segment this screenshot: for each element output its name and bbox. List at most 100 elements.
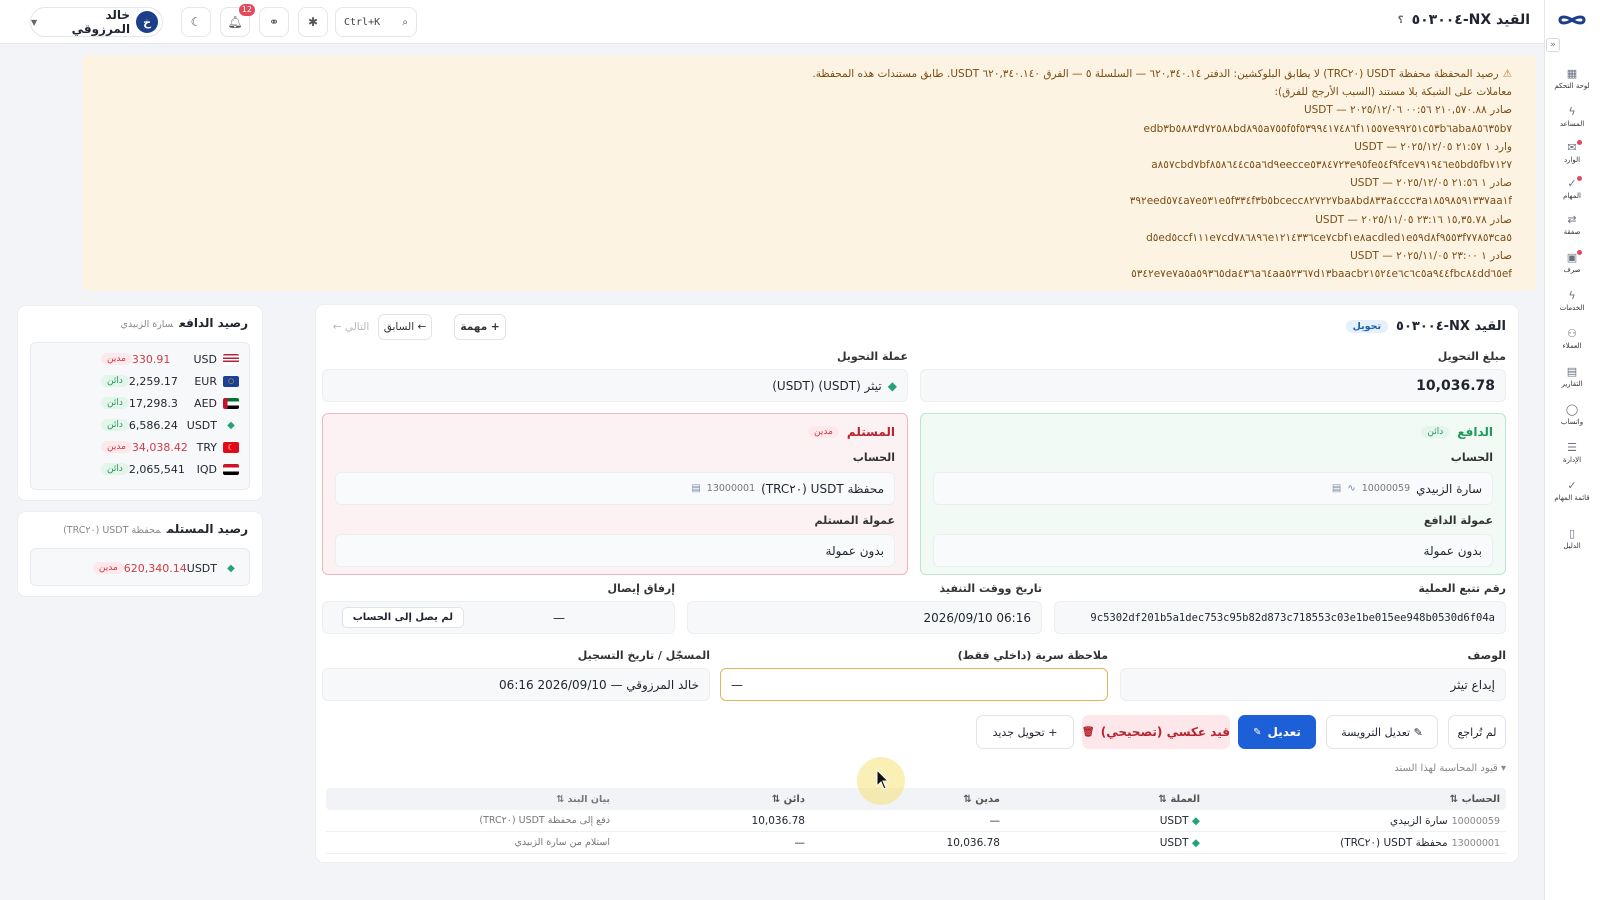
- edit-button[interactable]: تعديل ✎: [1238, 715, 1316, 749]
- exec-datetime-field[interactable]: 2026/09/10 06:16: [687, 601, 1042, 634]
- receipt-label: إرفاق إيصال: [607, 582, 675, 595]
- user-menu[interactable]: خ خالد المرزوقي ▼: [30, 7, 163, 37]
- sidebar-item[interactable]: ▤ التقارير: [1548, 360, 1596, 394]
- collapse-sidebar-icon[interactable]: «: [1546, 38, 1560, 52]
- warning-text: a٨٥٧cbd٧bf٨٥٨٦٤٤c٥a٦d٩eecce٥٣٨٤٧٢٣e٩٥fe٥…: [1151, 159, 1512, 172]
- bug-icon: ✱: [307, 15, 319, 29]
- not-reviewed-button[interactable]: لم تُراجع: [1448, 715, 1506, 749]
- ledger-cell-account: 10000059سارة الزبيدي: [1206, 815, 1506, 827]
- new-transfer-button[interactable]: + تحويل جديد: [976, 715, 1074, 749]
- sidebar-item[interactable]: ✉ الوارد: [1548, 136, 1596, 170]
- warning-text: ٥٣٤٢e٧e٧a٥a٥٩٣٦٥da٤٣٦a٦٤aa٥٢٣٦٧d١٣baacb٢…: [1131, 268, 1512, 281]
- sidebar-item[interactable]: ▯ الدليل: [1548, 522, 1596, 556]
- payer-status-badge: دائن: [1421, 426, 1450, 438]
- search-button[interactable]: Ctrl+K ⌕: [335, 7, 417, 37]
- sidebar-item[interactable]: ▦ لوحة التحكم: [1548, 62, 1596, 96]
- entry-header: القيد NX-٥٠٣٠٠٤ تحويل: [1345, 319, 1506, 334]
- ledger-cell-currency: ◆ USDT: [1006, 837, 1206, 849]
- receiver-account-field[interactable]: محفظة USDT (TRC٢٠) 13000001 ▤: [335, 472, 895, 505]
- sidebar-item[interactable]: ☰ الإدارة: [1548, 436, 1596, 470]
- flag-eu-icon: ○: [223, 375, 239, 387]
- description-label: الوصف: [1467, 649, 1506, 662]
- inbox-icon: ✉: [1567, 141, 1577, 154]
- balance-row: USD 330.91 مدين: [41, 348, 239, 370]
- previous-button[interactable]: ← السابق: [378, 314, 432, 340]
- currency-code: IQD: [196, 462, 217, 476]
- next-button[interactable]: التالي ←: [328, 314, 374, 340]
- sidebar-item[interactable]: ✓ المهام: [1548, 172, 1596, 206]
- sidebar-item-label: الوارد: [1563, 156, 1581, 164]
- amount-input[interactable]: 10,036.78: [920, 369, 1506, 402]
- warning-line: a٨٥٧cbd٧bf٨٥٨٦٤٤c٥a٦d٩eecce٥٣٨٤٧٢٣e٩٥fe٥…: [98, 156, 1512, 174]
- payer-commission-field[interactable]: بدون عمولة: [933, 534, 1493, 567]
- link-button[interactable]: ⚭: [259, 7, 289, 37]
- topbar: القيد NX-٥٠٣٠٠٤ ؟ Ctrl+K ⌕ ✱ ⚭ 🔔︎ 12 ☾ خ…: [0, 0, 1544, 44]
- balance-status-badge: مدين: [101, 441, 132, 453]
- reverse-entry-button[interactable]: قيد عكسي (تصحيحي) 🗑︎: [1082, 715, 1230, 749]
- sidebar-item-label: صفقة: [1563, 228, 1581, 236]
- sidebar-item[interactable]: ⚇ العملاء: [1548, 322, 1596, 356]
- registrar-field: خالد المرزوقي — 2026/09/10 06:16: [322, 668, 710, 701]
- ledger-header-row: الحساب ⇅ العملة ⇅ مدين ⇅ دائن ⇅ بيان البند ⇅: [326, 788, 1506, 810]
- sidebar-item[interactable]: ⇄ صفقة: [1548, 208, 1596, 242]
- ledger-column-header[interactable]: العملة ⇅: [1006, 794, 1206, 805]
- sidebar-item-label: العملاء: [1562, 342, 1582, 350]
- receiver-commission-field[interactable]: بدون عمولة: [335, 534, 895, 567]
- sidebar-item[interactable]: ϟ المساعد: [1548, 100, 1596, 134]
- warning-text: وارد ١ ٢١:٥٧ ٢٠٢٥/١٢/٠٥ — USDT: [1354, 140, 1512, 153]
- warning-line: edb٣b٥٨٨٣d٧٢٥٨٨bd٨٩٥a٧٥٥f٥f٥٣٩٩٤١٧٤٨٦f١١…: [98, 120, 1513, 138]
- txid-field[interactable]: 9c5302df201b5a1dec753c95b82d873c718553c0…: [1054, 601, 1506, 634]
- warning-line: وارد ١ ٢١:٥٧ ٢٠٢٥/١٢/٠٥ — USDT: [98, 138, 1512, 156]
- warning-line: صادر ٢١٠,٥٧٠.٨٨ ٠٠:٥٦ ٢٠٢٥/١٢/٠٦ — USDT: [98, 101, 1512, 119]
- warning-line: صادر ١ ٢٣:٠٠ ٢٠٢٥/١١/٠٥ — USDT: [98, 247, 1512, 265]
- warning-text: رصيد المحفظة محفظة USDT (TRC٢٠) لا يطابق…: [812, 68, 1499, 80]
- currency-select[interactable]: ◆ تيثر (USDT) (USDT): [322, 369, 908, 402]
- sidebar-item[interactable]: ϟ الخدمات: [1548, 284, 1596, 318]
- activity-icon[interactable]: ∿: [1347, 483, 1355, 494]
- payer-account-field[interactable]: سارة الزبيدي 10000059 ∿ ▤: [933, 472, 1493, 505]
- sidebar-item-label: المساعد: [1559, 120, 1585, 128]
- chat-icon: ◯: [1565, 403, 1579, 416]
- document-icon[interactable]: ▤: [691, 483, 700, 494]
- ledger-toggle[interactable]: ▾ قيود المحاسبة لهذا السند: [1394, 763, 1506, 774]
- balance-currency: ○ EUR: [194, 375, 239, 388]
- ledger-column-header[interactable]: الحساب ⇅: [1206, 794, 1506, 805]
- private-note-input[interactable]: —: [720, 668, 1108, 701]
- ledger-cell-credit: —: [794, 836, 806, 849]
- balance-status-badge: دائن: [101, 397, 129, 409]
- balance-amount: 620,340.14: [123, 561, 187, 575]
- warning-line: معاملات على الشبكة بلا مستند (السبب الأر…: [98, 83, 1513, 101]
- edit-header-button[interactable]: ✎ تعديل الترويسة: [1326, 715, 1438, 749]
- receiver-status-badge: مدين: [808, 426, 839, 438]
- payer-section: الدافع دائن الحساب سارة الزبيدي 10000059…: [920, 413, 1506, 575]
- ledger-column-header[interactable]: دائن ⇅: [616, 794, 811, 805]
- sidebar-item[interactable]: ▣ صرف: [1548, 246, 1596, 280]
- mouse-cursor-highlight: [857, 757, 905, 805]
- sidebar-item-label: واتساب: [1560, 418, 1584, 426]
- document-icon[interactable]: ▤: [1332, 483, 1341, 494]
- not-received-button[interactable]: لم يصل إلى الحساب: [341, 607, 464, 628]
- link-icon: ⚭: [268, 15, 280, 29]
- add-task-button[interactable]: + مهمة: [454, 314, 506, 340]
- sidebar-item[interactable]: ✓ قائمة المهام: [1548, 474, 1596, 508]
- debug-button[interactable]: ✱: [298, 7, 328, 37]
- ledger-cell-debit: 10,036.78: [946, 836, 1000, 849]
- unread-dot: [1577, 250, 1582, 255]
- theme-toggle[interactable]: ☾: [181, 7, 211, 37]
- ledger-column-header[interactable]: بيان البند ⇅: [326, 794, 616, 805]
- sidebar-item[interactable]: ◯ واتساب: [1548, 398, 1596, 432]
- balance-currency: AED: [194, 397, 239, 410]
- app-logo[interactable]: [1554, 8, 1590, 32]
- description-field[interactable]: إيداع تيثر: [1120, 668, 1506, 701]
- trash-icon: 🗑︎: [1082, 726, 1095, 738]
- help-icon[interactable]: ؟: [1398, 15, 1404, 26]
- balance-row: ○ EUR 2,259.17 دائن: [41, 370, 239, 392]
- unread-dot: [1577, 140, 1582, 145]
- ledger-column-header[interactable]: مدين ⇅: [811, 794, 1006, 805]
- notifications-button[interactable]: 🔔︎ 12: [220, 4, 255, 37]
- balance-row: ◆ USDT 620,340.14 مدين: [41, 557, 239, 579]
- account-name: محفظة USDT (TRC٢٠): [1340, 836, 1448, 849]
- page-title: القيد NX-٥٠٣٠٠٤ ؟: [1397, 12, 1530, 28]
- warning-line: ٣٩٢eed٥٧٤a٧e٥٣١e٥f٣٣٤f٣b٥bcecc٨٢٧٢٢٧ba٨b…: [98, 192, 1512, 210]
- receiver-account-label: الحساب: [852, 451, 895, 464]
